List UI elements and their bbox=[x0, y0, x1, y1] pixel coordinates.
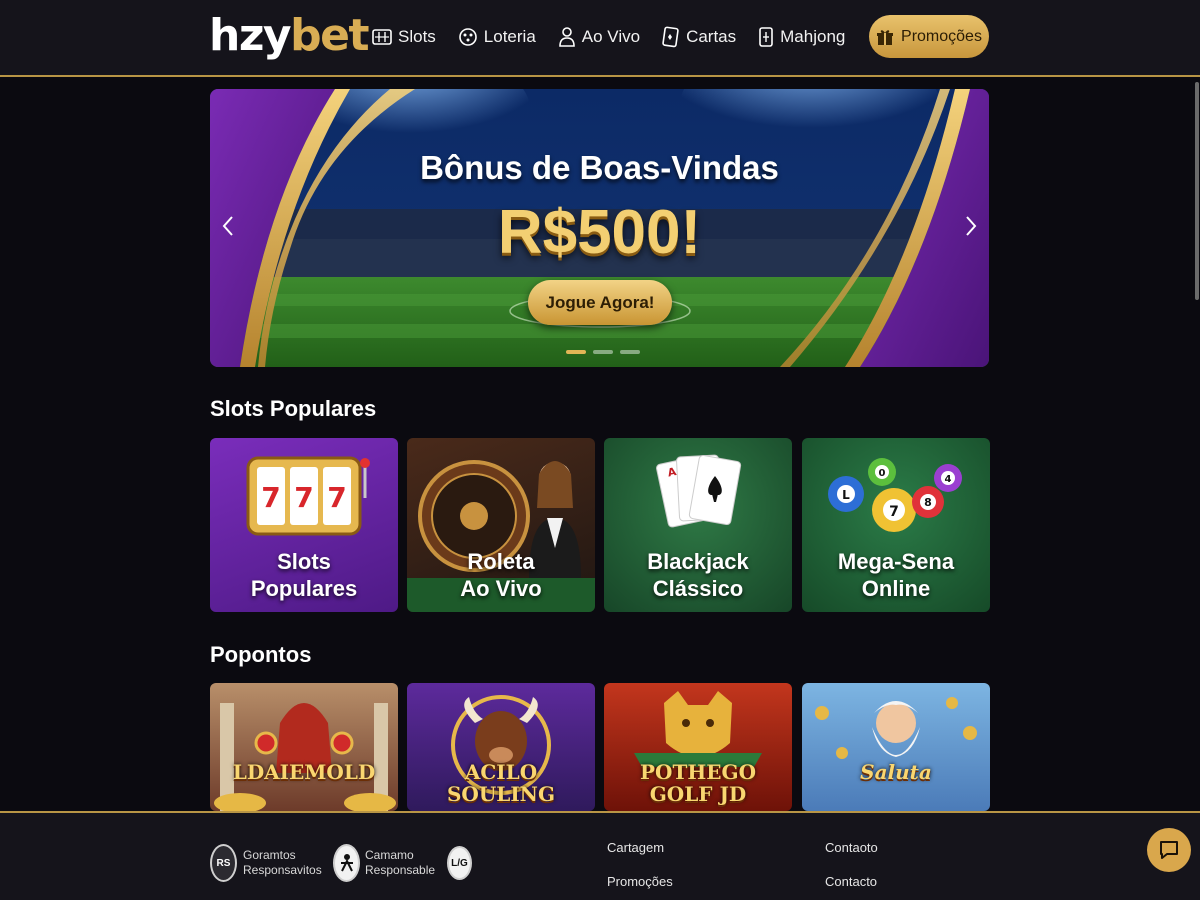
play-now-button[interactable]: Jogue Agora! bbox=[528, 280, 672, 325]
license-badge-icon-text: L/G bbox=[451, 857, 468, 869]
game-card-blackjack-classico[interactable]: A Blackjack Clássico bbox=[604, 438, 792, 612]
game-thumb-title: ACILO SOULING bbox=[407, 761, 595, 805]
footer-badge-line1: Camamo bbox=[365, 848, 414, 862]
footer-badge-responsible-gaming[interactable]: RS Goramtos Responsavitos bbox=[210, 844, 322, 882]
section-title-popontos: Popontos bbox=[210, 642, 312, 667]
card-label: Roleta Ao Vivo bbox=[407, 548, 595, 602]
footer-badge-license[interactable]: L/G bbox=[447, 846, 472, 880]
game-thumb-title-line2: SOULING bbox=[446, 782, 556, 806]
game-thumb-title: POTHEGO GOLF JD bbox=[604, 761, 792, 805]
card-label-line1: Blackjack bbox=[647, 549, 749, 574]
svg-text:7: 7 bbox=[294, 481, 313, 514]
nav-item-mahjong[interactable]: Mahjong bbox=[758, 22, 845, 52]
nav-label-ao-vivo: Ao Vivo bbox=[581, 27, 641, 46]
carousel-indicators bbox=[566, 350, 640, 354]
game-card-slots-populares[interactable]: 7 7 7 Slots Populares bbox=[210, 438, 398, 612]
footer-link-contacto[interactable]: Contacto bbox=[825, 874, 877, 889]
carousel-dot-2[interactable] bbox=[593, 350, 613, 354]
carousel-dot-3[interactable] bbox=[620, 350, 640, 354]
nav-label-cartas: Cartas bbox=[686, 27, 737, 46]
gift-icon bbox=[877, 29, 894, 45]
live-chat-button[interactable] bbox=[1147, 828, 1191, 872]
game-thumb-title: Saluta bbox=[802, 761, 990, 783]
game-thumb-title-line1: ACILO bbox=[464, 760, 538, 784]
site-footer: RS Goramtos Responsavitos Camamo Respons… bbox=[0, 811, 1200, 900]
game-thumb-title-line1: Saluta bbox=[860, 760, 932, 784]
footer-badge-line1: Goramtos bbox=[243, 848, 296, 862]
svg-text:7: 7 bbox=[889, 504, 899, 520]
footer-badge-line2: Responsavitos bbox=[243, 863, 322, 877]
nav-item-ao-vivo[interactable]: Ao Vivo bbox=[558, 22, 640, 52]
lottery-ball-icon bbox=[458, 28, 477, 46]
svg-text:7: 7 bbox=[261, 481, 280, 514]
nav-label-mahjong: Mahjong bbox=[780, 27, 846, 46]
game-thumb-title-line1: POTHEGO bbox=[640, 760, 756, 784]
main-nav: Slots Loteria Ao Vivo Cartas Mahjong bbox=[372, 22, 867, 52]
chat-bubble-icon bbox=[1160, 841, 1178, 859]
svg-text:0: 0 bbox=[879, 468, 886, 479]
svg-text:4: 4 bbox=[945, 474, 952, 485]
game-card-mega-sena-online[interactable]: L 0 7 8 4 Mega-Sena Online bbox=[802, 438, 990, 612]
svg-text:7: 7 bbox=[327, 481, 346, 514]
section-title-slots-populares: Slots Populares bbox=[210, 396, 377, 421]
chevron-right-icon bbox=[966, 216, 977, 236]
nav-item-loteria[interactable]: Loteria bbox=[458, 22, 536, 52]
footer-link-promocoes[interactable]: Promoções bbox=[607, 874, 673, 889]
carousel-prev-arrow[interactable] bbox=[218, 213, 238, 243]
nav-item-slots[interactable]: Slots bbox=[372, 22, 436, 52]
banner-headline: Bônus de Boas-Vindas bbox=[420, 149, 779, 186]
footer-link-contaoto[interactable]: Contaoto bbox=[825, 840, 878, 855]
game-art-zeus bbox=[815, 697, 977, 759]
game-thumb-2[interactable]: ACILO SOULING bbox=[407, 683, 595, 811]
carousel-dot-1[interactable] bbox=[566, 350, 586, 354]
page-scrollbar[interactable] bbox=[1195, 82, 1199, 300]
footer-link-cartagem[interactable]: Cartagem bbox=[607, 840, 664, 855]
svg-text:L: L bbox=[842, 488, 850, 502]
game-thumb-title: LDAIEMOLD bbox=[210, 761, 398, 783]
carousel-next-arrow[interactable] bbox=[961, 213, 981, 243]
brand-logo[interactable]: hzybet bbox=[209, 8, 369, 64]
game-thumb-title-line1: LDAIEMOLD bbox=[232, 760, 376, 784]
card-label: Mega-Sena Online bbox=[802, 548, 990, 602]
playing-card-icon bbox=[662, 26, 679, 48]
license-badge-icon: L/G bbox=[447, 846, 472, 880]
svg-text:8: 8 bbox=[924, 496, 932, 509]
promotions-label: Promoções bbox=[901, 27, 982, 45]
card-label-line2: Clássico bbox=[652, 576, 744, 601]
mahjong-tile-icon bbox=[759, 27, 773, 47]
game-thumb-4[interactable]: Saluta bbox=[802, 683, 990, 811]
footer-badge-responsible-play[interactable]: Camamo Responsable bbox=[333, 844, 435, 882]
game-thumb-title-line2: GOLF JD bbox=[649, 782, 747, 806]
card-label-line2: Ao Vivo bbox=[460, 576, 542, 601]
nav-item-cartas[interactable]: Cartas bbox=[662, 22, 736, 52]
banner-bonus-amount: R$500! bbox=[497, 198, 702, 267]
card-label-line1: Slots bbox=[277, 549, 331, 574]
card-label-line1: Mega-Sena bbox=[837, 549, 955, 574]
card-label-line2: Online bbox=[861, 576, 931, 601]
promotions-button[interactable]: Promoções bbox=[869, 15, 989, 58]
game-thumb-3[interactable]: POTHEGO GOLF JD bbox=[604, 683, 792, 811]
slot-machine-icon bbox=[372, 29, 392, 45]
nav-label-slots: Slots bbox=[398, 27, 436, 46]
logo-text-part1: hzy bbox=[209, 10, 292, 61]
live-dealer-icon bbox=[558, 27, 575, 47]
card-label: Blackjack Clássico bbox=[604, 548, 792, 602]
footer-badge-line2: Responsable bbox=[365, 863, 436, 877]
rs-badge-icon-text: RS bbox=[216, 857, 231, 869]
logo-text-part2: bet bbox=[290, 10, 369, 61]
rs-badge-icon: RS bbox=[210, 844, 237, 882]
game-art-goddess bbox=[214, 703, 396, 811]
person-badge-icon bbox=[333, 844, 360, 882]
game-thumb-1[interactable]: LDAIEMOLD bbox=[210, 683, 398, 811]
card-label-line1: Roleta bbox=[467, 549, 535, 574]
game-card-roleta-ao-vivo[interactable]: Roleta Ao Vivo bbox=[407, 438, 595, 612]
chevron-left-icon bbox=[222, 216, 233, 236]
top-header: hzybet Slots Loteria Ao Vivo Cartas Mahj… bbox=[0, 0, 1200, 77]
nav-label-loteria: Loteria bbox=[483, 27, 536, 46]
card-label-line2: Populares bbox=[250, 576, 358, 601]
card-label: Slots Populares bbox=[210, 548, 398, 602]
hero-banner[interactable]: Bônus de Boas-Vindas R$500! Jogue Agora! bbox=[210, 89, 989, 367]
